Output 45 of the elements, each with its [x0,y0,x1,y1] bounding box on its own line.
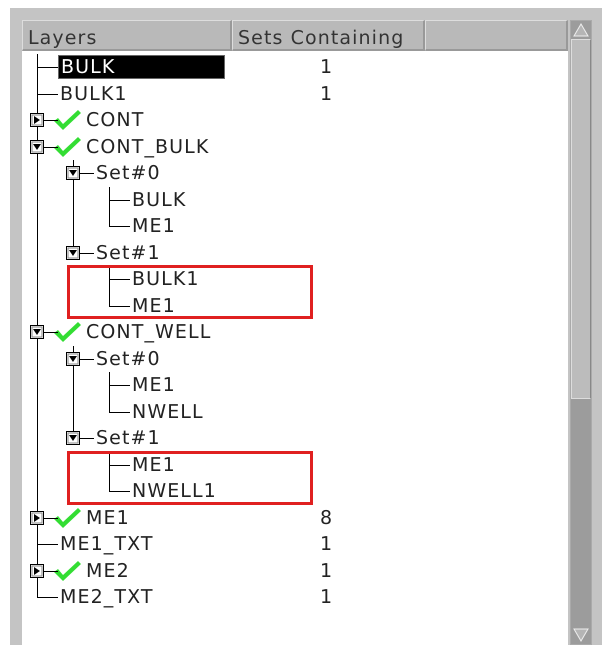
layer-name[interactable]: BULK1 [130,268,202,290]
layer-name[interactable]: ME1 [130,294,178,317]
checkmark-icon[interactable] [52,321,82,344]
checkmark-icon[interactable] [52,560,82,582]
layer-name[interactable]: ME2_TXT [58,586,156,608]
set-count: 1 [319,533,334,556]
column-header[interactable]: Layers [22,20,232,51]
checkmark-icon[interactable] [52,109,82,132]
set-count: 1 [319,82,334,105]
layer-name[interactable]: CONT_WELL [84,321,214,344]
layer-name[interactable]: ME1 [130,374,178,396]
layer-name[interactable]: BULK [130,188,188,211]
scroll-thumb[interactable] [571,39,591,399]
collapse-icon[interactable] [66,352,80,366]
set-count: 8 [319,506,334,529]
set-count: 1 [319,560,334,582]
layer-name[interactable]: Set#1 [94,427,163,450]
layer-name[interactable]: ME1_TXT [58,533,156,556]
checkmark-icon[interactable] [52,136,82,158]
layer-name[interactable]: ME2 [84,560,132,582]
layer-name[interactable]: CONT [84,109,146,132]
layer-name[interactable]: Set#0 [94,348,163,370]
layer-name[interactable]: BULK1 [58,82,130,105]
collapse-icon[interactable] [66,166,80,180]
collapse-icon[interactable] [30,140,44,154]
expand-icon[interactable] [30,564,44,578]
column-header[interactable]: Sets Containing [232,20,425,51]
layer-name[interactable]: ME1 [130,215,178,238]
layer-name[interactable]: CONT_BULK [84,136,212,158]
collapse-icon[interactable] [30,325,44,340]
layer-name[interactable]: NWELL1 [130,480,219,502]
layer-name[interactable]: ME1 [130,454,178,476]
scrollbar[interactable] [570,20,592,645]
collapse-icon[interactable] [66,431,80,446]
expand-icon[interactable] [30,113,44,128]
set-count: 1 [319,586,334,608]
checkmark-icon[interactable] [52,506,82,529]
layer-name[interactable]: Set#1 [94,242,163,264]
expand-icon[interactable] [30,510,44,525]
layer-name[interactable]: BULK [58,55,225,80]
layer-name[interactable]: NWELL [130,400,206,423]
layer-name[interactable]: ME1 [84,506,132,529]
collapse-icon[interactable] [66,246,80,260]
set-count: 1 [319,56,334,78]
layer-name[interactable]: Set#0 [94,162,163,184]
